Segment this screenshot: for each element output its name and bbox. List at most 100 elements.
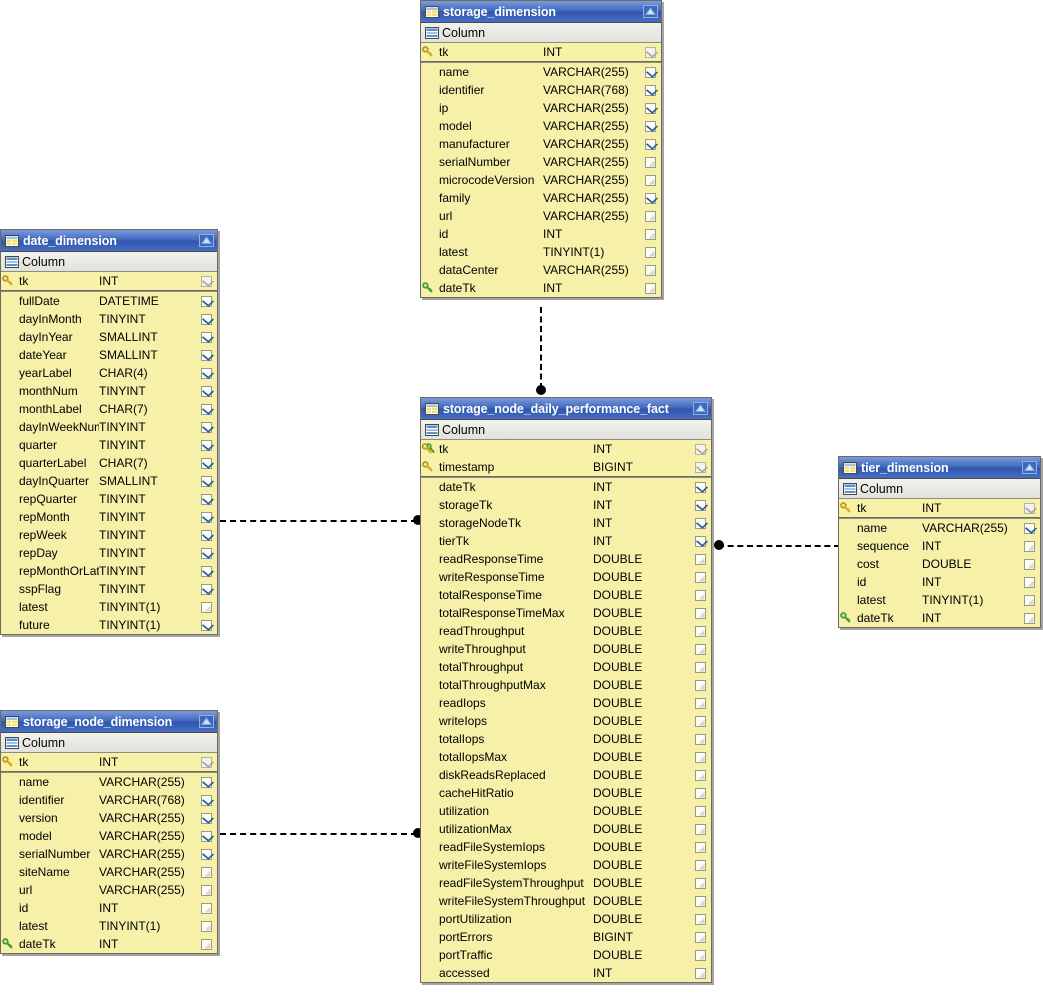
column-row[interactable]: sequence INT <box>839 537 1040 555</box>
column-row[interactable]: cacheHitRatio DOUBLE <box>421 784 711 802</box>
column-row[interactable]: sspFlag TINYINT <box>1 580 217 598</box>
table-storage_node_daily_performance_fact[interactable]: storage_node_daily_performance_fact Colum… <box>420 397 712 983</box>
column-notnull-checkbox[interactable] <box>689 787 711 799</box>
column-row[interactable]: repMonth TINYINT <box>1 508 217 526</box>
checkbox-on[interactable] <box>200 830 212 842</box>
column-row[interactable]: id INT <box>421 225 661 243</box>
column-notnull-checkbox[interactable] <box>689 589 711 601</box>
column-row[interactable]: storageNodeTk INT <box>421 514 711 532</box>
table-date_dimension[interactable]: date_dimension Column tk INT fullDate DATETIM… <box>0 229 218 635</box>
checkbox-on[interactable] <box>200 385 212 397</box>
checkbox-off[interactable] <box>1023 576 1035 588</box>
checkbox-off[interactable] <box>200 902 212 914</box>
column-notnull-checkbox[interactable] <box>195 421 217 433</box>
table-title-bar[interactable]: storage_node_dimension <box>1 711 217 733</box>
column-row[interactable]: readThroughput DOUBLE <box>421 622 711 640</box>
column-notnull-checkbox[interactable] <box>1018 558 1040 570</box>
column-row[interactable]: dateYear SMALLINT <box>1 346 217 364</box>
checkbox-on[interactable] <box>644 192 656 204</box>
column-notnull-checkbox[interactable] <box>639 138 661 150</box>
checkbox-off[interactable] <box>200 920 212 932</box>
checkbox-on[interactable] <box>694 499 706 511</box>
table-title-bar[interactable]: tier_dimension <box>839 457 1040 479</box>
table-title-bar[interactable]: storage_dimension <box>421 1 661 23</box>
column-notnull-checkbox[interactable] <box>689 859 711 871</box>
column-notnull-checkbox[interactable] <box>689 661 711 673</box>
column-row[interactable]: totalIops DOUBLE <box>421 730 711 748</box>
checkbox-off[interactable] <box>644 228 656 240</box>
column-notnull-checkbox[interactable] <box>195 866 217 878</box>
column-notnull-checkbox[interactable] <box>689 931 711 943</box>
column-notnull-checkbox[interactable] <box>639 282 661 294</box>
column-row[interactable]: tk INT <box>1 753 217 771</box>
checkbox-on[interactable] <box>200 511 212 523</box>
column-notnull-checkbox[interactable] <box>639 156 661 168</box>
column-row[interactable]: dayInYear SMALLINT <box>1 328 217 346</box>
column-notnull-checkbox[interactable] <box>1018 540 1040 552</box>
checkbox-off[interactable] <box>694 877 706 889</box>
checkbox-off[interactable] <box>694 769 706 781</box>
column-notnull-checkbox[interactable] <box>689 461 711 473</box>
checkbox-on[interactable] <box>1023 522 1035 534</box>
column-notnull-checkbox[interactable] <box>1018 522 1040 534</box>
column-row[interactable]: totalIopsMax DOUBLE <box>421 748 711 766</box>
column-row[interactable]: storageTk INT <box>421 496 711 514</box>
column-row[interactable]: repWeek TINYINT <box>1 526 217 544</box>
column-notnull-checkbox[interactable] <box>639 84 661 96</box>
column-section-header[interactable]: Column <box>839 479 1040 499</box>
column-row[interactable]: diskReadsReplaced DOUBLE <box>421 766 711 784</box>
checkbox-on[interactable] <box>200 794 212 806</box>
checkbox-off[interactable] <box>694 589 706 601</box>
checkbox-off[interactable] <box>694 859 706 871</box>
column-row[interactable]: utilizationMax DOUBLE <box>421 820 711 838</box>
column-row[interactable]: fullDate DATETIME <box>1 292 217 310</box>
checkbox-off[interactable] <box>694 553 706 565</box>
column-notnull-checkbox[interactable] <box>689 895 711 907</box>
column-section-header[interactable]: Column <box>421 23 661 43</box>
checkbox-off[interactable] <box>694 823 706 835</box>
column-row[interactable]: dateTk INT <box>839 609 1040 627</box>
column-notnull-checkbox[interactable] <box>195 457 217 469</box>
column-row[interactable]: utilization DOUBLE <box>421 802 711 820</box>
checkbox-off[interactable] <box>644 174 656 186</box>
column-notnull-checkbox[interactable] <box>195 619 217 631</box>
column-row[interactable]: writeResponseTime DOUBLE <box>421 568 711 586</box>
column-row[interactable]: readFileSystemThroughput DOUBLE <box>421 874 711 892</box>
column-notnull-checkbox[interactable] <box>639 174 661 186</box>
checkbox-off[interactable] <box>694 931 706 943</box>
checkbox-on[interactable] <box>644 102 656 114</box>
column-row[interactable]: accessed INT <box>421 964 711 982</box>
checkbox-on[interactable] <box>200 367 212 379</box>
column-row[interactable]: writeFileSystemIops DOUBLE <box>421 856 711 874</box>
column-row[interactable]: dayInQuarter SMALLINT <box>1 472 217 490</box>
column-notnull-checkbox[interactable] <box>195 812 217 824</box>
checkbox-on[interactable] <box>644 84 656 96</box>
column-notnull-checkbox[interactable] <box>195 565 217 577</box>
column-row[interactable]: serialNumber VARCHAR(255) <box>421 153 661 171</box>
checkbox-off[interactable] <box>1023 594 1035 606</box>
table-storage_dimension[interactable]: storage_dimension Column tk INT name VARCHAR(… <box>420 0 662 298</box>
column-notnull-checkbox[interactable] <box>639 264 661 276</box>
checkbox-off[interactable] <box>1023 612 1035 624</box>
column-notnull-checkbox[interactable] <box>195 848 217 860</box>
column-row[interactable]: tk INT <box>839 499 1040 517</box>
checkbox-on[interactable] <box>200 776 212 788</box>
column-row[interactable]: manufacturer VARCHAR(255) <box>421 135 661 153</box>
column-row[interactable]: identifier VARCHAR(768) <box>421 81 661 99</box>
collapse-chevron-icon[interactable] <box>693 402 708 415</box>
checkbox-off[interactable] <box>694 967 706 979</box>
checkbox-on[interactable] <box>694 481 706 493</box>
checkbox-on[interactable] <box>200 493 212 505</box>
column-row[interactable]: monthNum TINYINT <box>1 382 217 400</box>
column-row[interactable]: model VARCHAR(255) <box>1 827 217 845</box>
checkbox-dim[interactable] <box>694 461 706 473</box>
column-row[interactable]: totalResponseTimeMax DOUBLE <box>421 604 711 622</box>
column-row[interactable]: family VARCHAR(255) <box>421 189 661 207</box>
column-notnull-checkbox[interactable] <box>195 349 217 361</box>
column-notnull-checkbox[interactable] <box>195 295 217 307</box>
column-notnull-checkbox[interactable] <box>195 313 217 325</box>
checkbox-off[interactable] <box>694 805 706 817</box>
checkbox-on[interactable] <box>200 331 212 343</box>
column-row[interactable]: latest TINYINT(1) <box>839 591 1040 609</box>
column-row[interactable]: latest TINYINT(1) <box>1 917 217 935</box>
